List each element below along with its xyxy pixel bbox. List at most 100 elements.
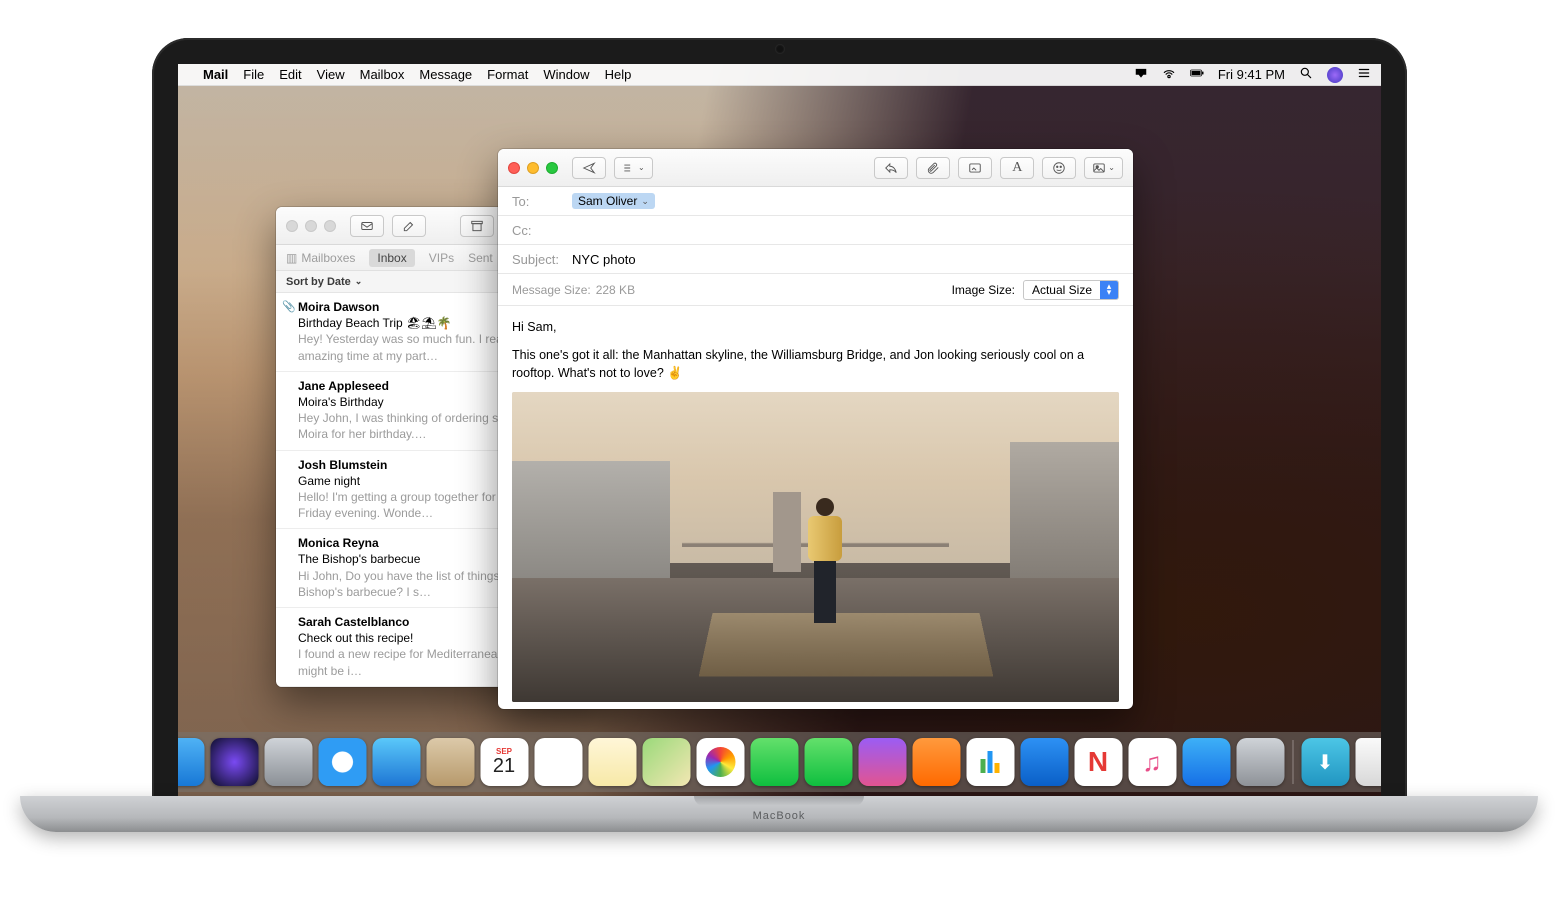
siri-icon[interactable] <box>1327 67 1343 83</box>
notification-center-icon[interactable] <box>1357 66 1371 83</box>
dock-app-maps[interactable] <box>642 738 690 786</box>
wifi-icon[interactable] <box>1162 66 1176 83</box>
cc-field[interactable]: Cc: <box>498 216 1133 245</box>
subject-label: Subject: <box>512 252 572 267</box>
mailboxes-label: Mailboxes <box>301 251 355 265</box>
header-fields-button[interactable]: ⌄ <box>614 157 653 179</box>
dock-app-itunes[interactable] <box>858 738 906 786</box>
macbook-frame: Mail File Edit View Mailbox Message Form… <box>152 38 1407 798</box>
dock-app-mail[interactable] <box>372 738 420 786</box>
dock-separator <box>1292 740 1293 784</box>
dock-app-trash[interactable] <box>1355 738 1381 786</box>
dock-app-ibooks[interactable] <box>912 738 960 786</box>
traffic-lights <box>286 220 336 232</box>
mailboxes-tab[interactable]: ▥ Mailboxes <box>286 251 355 265</box>
sidebar-icon: ▥ <box>286 251 297 265</box>
attached-photo[interactable] <box>512 392 1119 702</box>
dock-app-music[interactable]: ♫ <box>1128 738 1176 786</box>
format-button[interactable]: A <box>1000 157 1034 179</box>
archive-button[interactable] <box>460 215 494 237</box>
macbook-label: MacBook <box>753 810 806 822</box>
image-size-select[interactable]: Actual Size ▴▾ <box>1023 280 1119 300</box>
sort-label: Sort by Date <box>286 276 351 288</box>
attachment-icon: 📎 <box>282 300 296 315</box>
spotlight-icon[interactable] <box>1299 66 1313 83</box>
dock-app-siri[interactable] <box>210 738 258 786</box>
dock-app-contacts[interactable] <box>426 738 474 786</box>
close-button[interactable] <box>508 162 520 174</box>
chevron-down-icon: ⌄ <box>641 196 649 207</box>
to-label: To: <box>512 194 572 209</box>
image-size-label: Image Size: <box>952 283 1015 297</box>
menubar-item-mailbox[interactable]: Mailbox <box>360 67 405 82</box>
minimize-button[interactable] <box>305 220 317 232</box>
inbox-tab[interactable]: Inbox <box>369 249 414 267</box>
menubar-item-window[interactable]: Window <box>543 67 589 82</box>
body-greeting: Hi Sam, <box>512 318 1119 336</box>
menubar-app-name[interactable]: Mail <box>203 67 228 82</box>
battery-icon[interactable] <box>1190 66 1204 83</box>
menubar: Mail File Edit View Mailbox Message Form… <box>178 64 1381 86</box>
dock-app-news[interactable]: N <box>1074 738 1122 786</box>
compose-body[interactable]: Hi Sam, This one's got it all: the Manha… <box>498 306 1133 709</box>
markup-button[interactable] <box>958 157 992 179</box>
sent-tab[interactable]: Sent <box>468 251 493 265</box>
traffic-lights <box>508 162 558 174</box>
cc-label: Cc: <box>512 223 572 238</box>
menubar-item-message[interactable]: Message <box>419 67 472 82</box>
dock-app-keynote[interactable] <box>1020 738 1068 786</box>
macbook-base: MacBook <box>20 796 1538 832</box>
subject-value: NYC photo <box>572 252 636 267</box>
dock-app-appstore[interactable] <box>1182 738 1230 786</box>
attach-button[interactable] <box>916 157 950 179</box>
compose-window: ⌄ A ⌄ To: Sam Oliver ⌄ Cc: Subject <box>498 149 1133 709</box>
desktop-screen: Mail File Edit View Mailbox Message Form… <box>178 64 1381 798</box>
zoom-button[interactable] <box>546 162 558 174</box>
attachment-meta-row: Message Size: 228 KB Image Size: Actual … <box>498 274 1133 306</box>
minimize-button[interactable] <box>527 162 539 174</box>
to-field[interactable]: To: Sam Oliver ⌄ <box>498 187 1133 216</box>
menubar-item-format[interactable]: Format <box>487 67 528 82</box>
dock-app-safari[interactable] <box>318 738 366 786</box>
recipient-name: Sam Oliver <box>578 194 637 208</box>
emoji-button[interactable] <box>1042 157 1076 179</box>
dock-app-numbers[interactable] <box>966 738 1014 786</box>
menubar-item-edit[interactable]: Edit <box>279 67 301 82</box>
macbook-notch <box>694 796 864 806</box>
dock-app-facetime[interactable] <box>804 738 852 786</box>
zoom-button[interactable] <box>324 220 336 232</box>
close-button[interactable] <box>286 220 298 232</box>
compose-button[interactable] <box>392 215 426 237</box>
dock-app-finder[interactable] <box>178 738 204 786</box>
dock-app-photos[interactable] <box>696 738 744 786</box>
dock: SEP 21 N♫ ⬇ <box>178 732 1381 792</box>
menubar-item-help[interactable]: Help <box>605 67 632 82</box>
message-size-label: Message Size: <box>512 283 591 297</box>
subject-field[interactable]: Subject: NYC photo <box>498 245 1133 274</box>
camera-dot <box>775 44 785 54</box>
dock-app-notes[interactable] <box>588 738 636 786</box>
dock-app-calendar[interactable]: SEP 21 <box>480 738 528 786</box>
airplay-icon[interactable] <box>1134 66 1148 83</box>
dock-app-downloads[interactable]: ⬇ <box>1301 738 1349 786</box>
recipient-token[interactable]: Sam Oliver ⌄ <box>572 193 655 209</box>
reply-button[interactable] <box>874 157 908 179</box>
menubar-item-view[interactable]: View <box>317 67 345 82</box>
select-stepper-icon: ▴▾ <box>1100 281 1118 299</box>
send-button[interactable] <box>572 157 606 179</box>
compose-titlebar: ⌄ A ⌄ <box>498 149 1133 187</box>
menubar-item-file[interactable]: File <box>243 67 264 82</box>
image-size-value: Actual Size <box>1024 283 1100 297</box>
person-in-photo <box>803 498 847 628</box>
message-size-value: 228 KB <box>596 283 635 297</box>
dock-app-reminders[interactable] <box>534 738 582 786</box>
vips-tab[interactable]: VIPs <box>429 251 454 265</box>
dock-app-launchpad[interactable] <box>264 738 312 786</box>
photo-browser-button[interactable]: ⌄ <box>1084 157 1123 179</box>
dock-app-messages[interactable] <box>750 738 798 786</box>
body-text: This one's got it all: the Manhattan sky… <box>512 346 1119 382</box>
get-mail-button[interactable] <box>350 215 384 237</box>
menubar-clock[interactable]: Fri 9:41 PM <box>1218 67 1285 82</box>
chevron-down-icon: ⌄ <box>355 276 363 287</box>
dock-app-systemprefs[interactable] <box>1236 738 1284 786</box>
